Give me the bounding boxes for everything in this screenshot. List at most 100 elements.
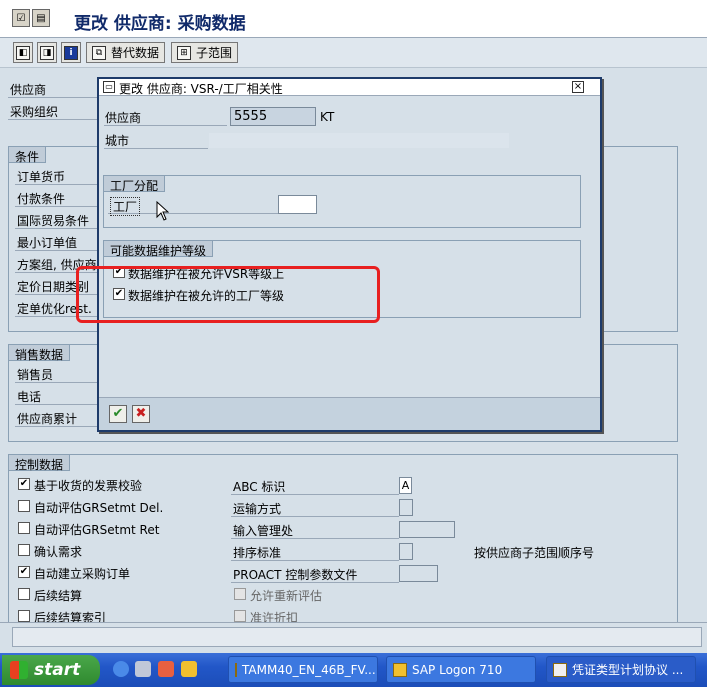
entry-office-field[interactable]: [399, 521, 455, 538]
sort-criterion-row: 排序标准: [231, 543, 399, 561]
shipping-row: 运输方式: [231, 499, 399, 517]
folder-icon[interactable]: [181, 661, 197, 677]
sales-row: 电话: [15, 387, 100, 405]
sales-row: 供应商累计: [15, 409, 100, 427]
taskbar-item-sap-logon[interactable]: SAP Logon 710: [386, 656, 536, 683]
abc-indicator-label: ABC 标识: [233, 480, 286, 494]
dlg-city-row: 城市: [104, 131, 208, 149]
min-order-value-label: 最小订单值: [17, 236, 78, 250]
cond-row: 订单货币: [15, 167, 100, 185]
mouse-cursor-icon: [156, 201, 169, 221]
ack-reqd-checkbox[interactable]: [18, 544, 30, 556]
taskbar-item-tamm40[interactable]: TAMM40_EN_46B_FV...: [228, 656, 378, 683]
subseq-settlement-label: 后续结算: [34, 589, 83, 603]
abc-indicator-field[interactable]: A: [399, 477, 412, 494]
sort-criterion-label: 排序标准: [233, 546, 282, 560]
proact-row: PROACT 控制参数文件: [231, 565, 399, 583]
order-currency-label: 订单货币: [17, 170, 66, 184]
auto-eval-grsetmt-del-label: 自动评估GRSetmt Del.: [34, 501, 164, 515]
sap-logon-icon: [393, 662, 407, 677]
confirm-button[interactable]: ✔: [109, 405, 127, 423]
dlg-vendor-row: 供应商: [104, 108, 227, 126]
sales-row: 销售员: [15, 365, 100, 383]
cancel-button[interactable]: ✖: [132, 405, 150, 423]
plant-field[interactable]: [278, 195, 317, 214]
next-screen-button[interactable]: ◨: [37, 42, 57, 63]
back-page-icon: ◧: [16, 45, 30, 60]
revaluation-allowed-label: 允许重新评估: [250, 589, 323, 603]
payment-terms-label: 付款条件: [17, 192, 66, 206]
auto-eval-grsetmt-del-checkbox[interactable]: [18, 500, 30, 512]
subrange-button[interactable]: ⊞ 子范围: [171, 42, 239, 63]
highlight-annotation: [76, 266, 380, 323]
task-label: SAP Logon 710: [412, 662, 503, 677]
purchasing-org-label: 采购组织: [10, 105, 59, 119]
proact-control-profile-label: PROACT 控制参数文件: [233, 568, 358, 582]
abc-row: ABC 标识: [231, 477, 399, 495]
sort-criterion-field[interactable]: [399, 543, 413, 560]
system-icons: ☑ ▤: [12, 9, 50, 27]
alternative-data-label: 替代数据: [111, 46, 160, 60]
cond-row: 国际贸易条件: [15, 211, 100, 229]
vsr-plant-dialog: ▭ 更改 供应商: VSR-/工厂相关性 × 供应商 5555 KT 城市 工厂…: [97, 77, 602, 432]
salesperson-label: 销售员: [17, 368, 54, 382]
auto-eval-grsetmt-ret-checkbox[interactable]: [18, 522, 30, 534]
conditions-title: 条件: [8, 146, 47, 164]
start-button[interactable]: start: [2, 655, 100, 685]
gr-based-iv-label: 基于收货的发票校验: [34, 479, 143, 493]
entry-office-label: 输入管理处: [233, 524, 294, 538]
subseq-settlement-checkbox[interactable]: [18, 588, 30, 600]
ie-icon[interactable]: [113, 661, 129, 677]
subseq-settlement-index-checkbox[interactable]: [18, 610, 30, 622]
taskbar-item-doc-type[interactable]: 凭证类型计划协议 ...: [546, 656, 696, 683]
title-bar: ☑ ▤ 更改 供应商: 采购数据: [0, 0, 707, 38]
dlg-vendor-field: 5555: [230, 107, 316, 126]
forward-page-icon: ◨: [40, 45, 54, 60]
previous-screen-button[interactable]: ◧: [13, 42, 33, 63]
plant-assignment-group: 工厂分配 工厂: [103, 175, 581, 228]
doc-window-icon: [553, 662, 567, 677]
vendor-row: 供应商: [8, 80, 98, 98]
alternative-data-button[interactable]: ⧉ 替代数据: [86, 42, 166, 63]
checkmark-icon: ✔: [112, 406, 124, 421]
dialog-title: 更改 供应商: VSR-/工厂相关性: [119, 82, 283, 96]
close-icon[interactable]: ×: [572, 81, 584, 93]
incoterms-label: 国际贸易条件: [17, 214, 90, 228]
dlg-city-label: 城市: [105, 134, 130, 148]
window-title: 更改 供应商: 采购数据: [74, 14, 246, 34]
application-toolbar: ◧ ◨ i ⧉ 替代数据 ⊞ 子范围: [0, 38, 707, 68]
info-button[interactable]: i: [61, 42, 81, 63]
plant-assignment-title: 工厂分配: [103, 175, 166, 193]
info-icon: i: [64, 45, 78, 60]
sap-icon[interactable]: [135, 661, 151, 677]
dialog-footer: ✔ ✖: [99, 397, 600, 430]
window-icon: [235, 662, 237, 677]
grant-discount-checkbox[interactable]: [234, 610, 246, 622]
revaluation-allowed-checkbox[interactable]: [234, 588, 246, 600]
cond-row: 最小订单值: [15, 233, 100, 251]
system-menu-icon[interactable]: ☑: [12, 9, 30, 27]
proact-control-profile-field[interactable]: [399, 565, 438, 582]
auto-po-checkbox[interactable]: ✔: [18, 566, 30, 578]
status-bar: [0, 622, 707, 653]
gr-based-iv-checkbox[interactable]: ✔: [18, 478, 30, 490]
subrange-label: 子范围: [196, 46, 233, 60]
app-quicklaunch-icon[interactable]: [158, 661, 174, 677]
alternative-data-icon: ⧉: [92, 45, 106, 60]
windows-taskbar: start TAMM40_EN_46B_FV... SAP Logon 710 …: [0, 653, 707, 687]
task-label: TAMM40_EN_46B_FV...: [242, 662, 376, 677]
cond-row: 付款条件: [15, 189, 100, 207]
document-icon[interactable]: ▤: [32, 9, 50, 27]
plant-row: 工厂: [108, 196, 278, 216]
dlg-vendor-suffix: KT: [320, 110, 335, 124]
plant-label: 工厂: [110, 197, 141, 216]
maintenance-levels-title: 可能数据维护等级: [103, 240, 214, 258]
sales-data-title: 销售数据: [8, 344, 71, 362]
mode-of-transport-field[interactable]: [399, 499, 413, 516]
status-message-area: [12, 627, 702, 647]
start-label: start: [34, 660, 81, 680]
dialog-title-bar: ▭ 更改 供应商: VSR-/工厂相关性 ×: [99, 79, 600, 96]
dialog-window-icon: ▭: [103, 81, 115, 93]
task-label: 凭证类型计划协议 ...: [572, 663, 684, 677]
vendor-accumulation-label: 供应商累计: [17, 412, 78, 426]
